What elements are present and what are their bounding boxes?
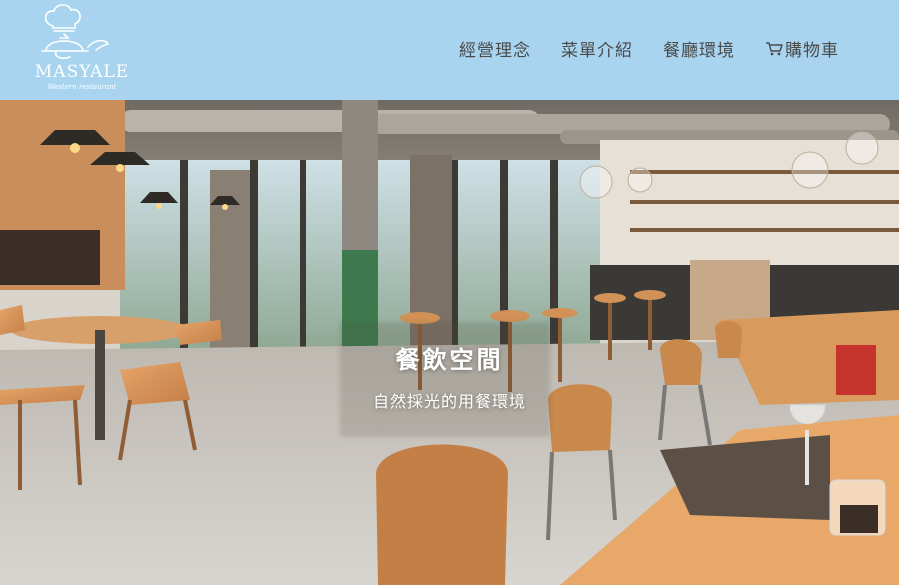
- chef-hat-cloche-icon: [41, 4, 110, 59]
- hero-title: 餐飲空間: [395, 346, 504, 374]
- cart-icon: [766, 41, 783, 55]
- nav-item-cart[interactable]: 購物車: [765, 36, 839, 61]
- brand-logo[interactable]: MASYALE Western restaurant: [30, 2, 134, 96]
- nav-item-menu[interactable]: 菜單介紹: [561, 36, 633, 61]
- nav-item-cart-label: 購物車: [785, 41, 839, 61]
- hero-subtitle: 自然採光的用餐環境: [372, 392, 526, 411]
- main-nav: 經營理念 菜單介紹 餐廳環境 購物車: [459, 36, 839, 61]
- brand-tagline: Western restaurant: [47, 83, 117, 91]
- nav-item-philosophy[interactable]: 經營理念: [459, 36, 531, 61]
- hero-banner: 餐飲空間 自然採光的用餐環境: [0, 100, 899, 585]
- nav-item-environment[interactable]: 餐廳環境: [663, 36, 735, 61]
- brand-name: MASYALE: [34, 62, 130, 82]
- site-header: MASYALE Western restaurant 經營理念 菜單介紹 餐廳環…: [0, 0, 899, 100]
